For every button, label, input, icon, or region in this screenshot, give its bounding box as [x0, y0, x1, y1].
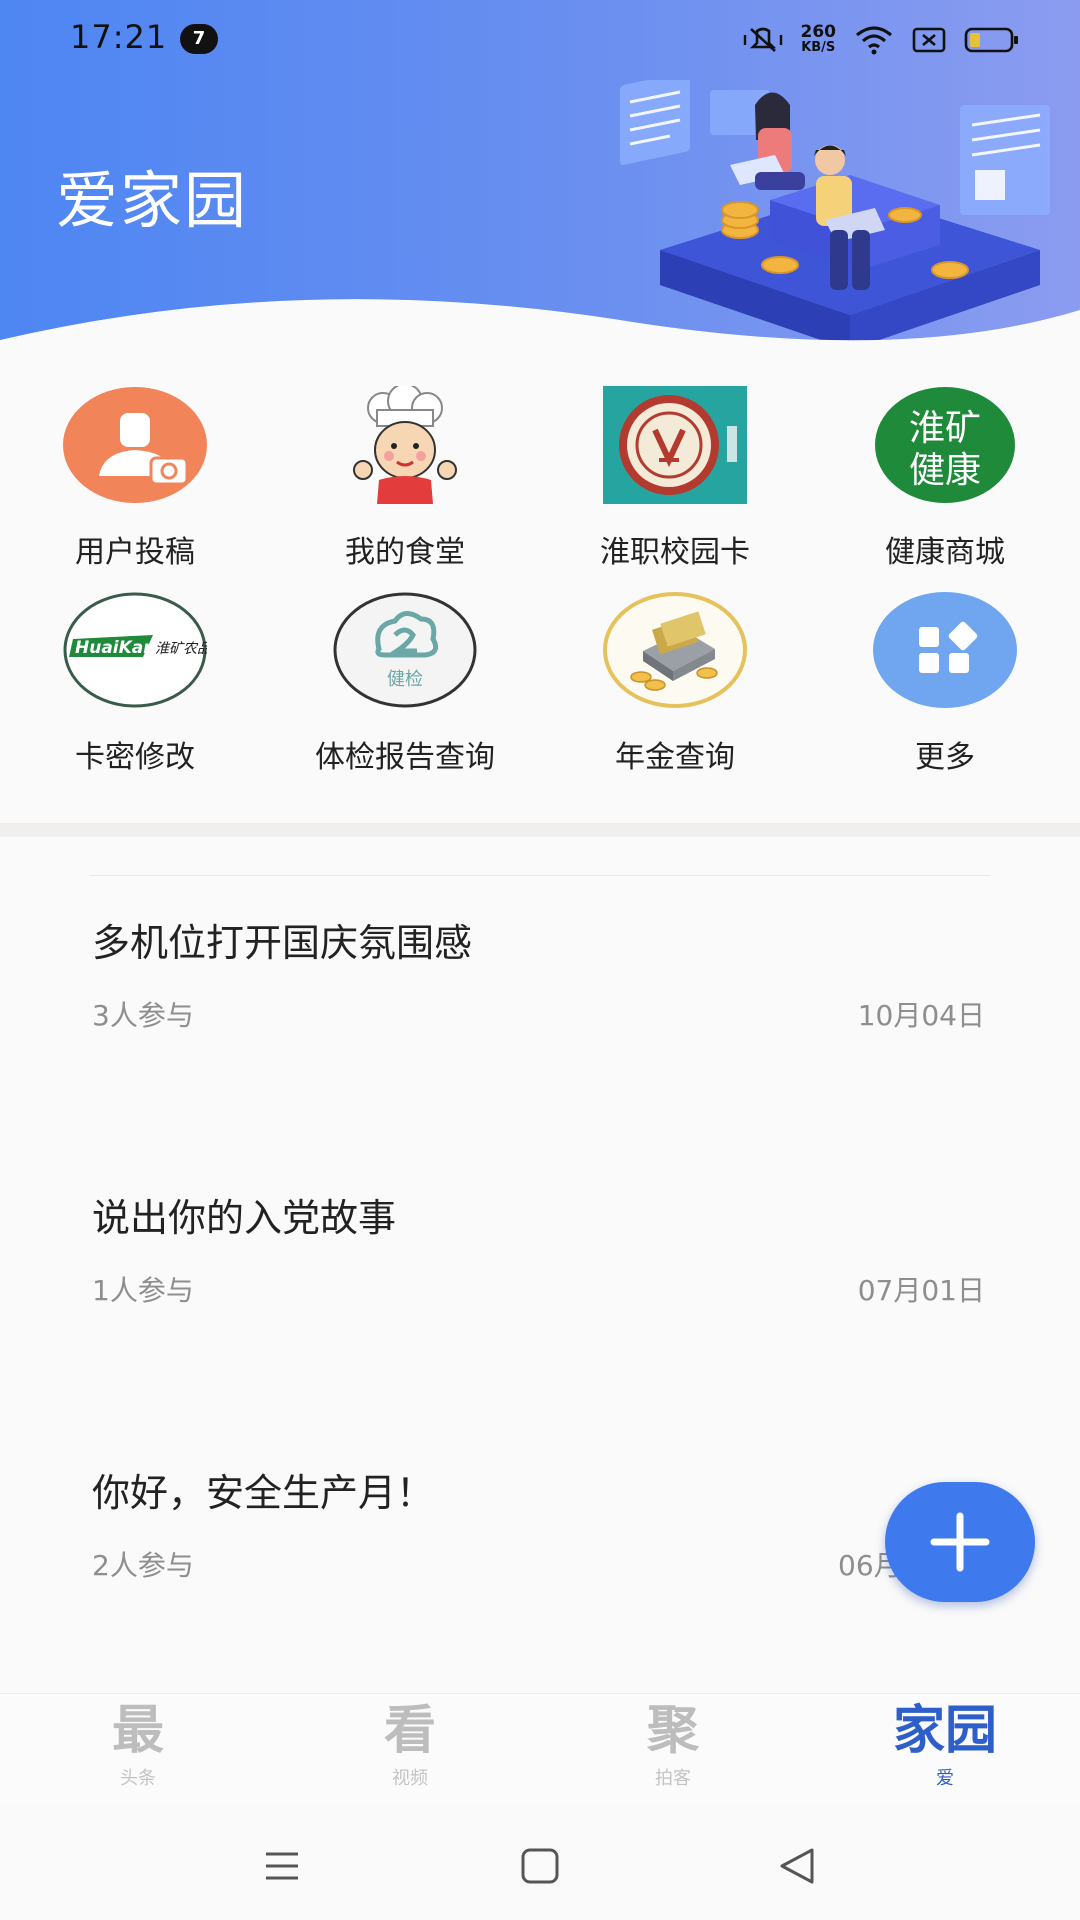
grid-row: HuaiKan 淮矿农品 卡密修改 健检 体检报告查询 年金查询 更多	[0, 590, 1080, 795]
tab-video[interactable]: 看 视频	[310, 1700, 510, 1800]
header-wave	[0, 299, 1080, 370]
grid-item-annuity[interactable]: 年金查询	[540, 590, 810, 795]
home-square-icon[interactable]	[510, 1846, 570, 1886]
user-camera-icon	[63, 385, 207, 505]
notification-badge: 7	[180, 24, 218, 54]
grid-item-label: 更多	[915, 740, 975, 775]
plus-icon	[930, 1512, 990, 1572]
health-mall-logo: 淮矿 健康	[873, 385, 1017, 505]
health-check-icon: 健检	[333, 590, 477, 710]
grid-row: 用户投稿 我的食堂 淮职校园卡 淮矿 健康 健康商城	[0, 385, 1080, 590]
topic-title: 多机位打开国庆氛围感	[92, 921, 473, 965]
topic-participants: 1人参与	[92, 1274, 194, 1307]
system-navigation-bar	[0, 1806, 1080, 1920]
list-item[interactable]: 说出你的入党故事 1人参与 07月01日	[0, 1187, 1080, 1387]
topic-participants: 3人参与	[92, 999, 194, 1032]
wifi-icon	[855, 26, 893, 55]
bottom-tab-bar: 最 头条 看 视频 聚 拍客 家园 爱	[0, 1693, 1080, 1804]
topic-title: 你好，安全生产月！	[92, 1471, 435, 1515]
more-grid-icon	[873, 590, 1017, 710]
net-speed-unit: KB/S	[801, 40, 836, 55]
status-icons: 260 KB/S	[743, 20, 1021, 60]
grid-item-my-canteen[interactable]: 我的食堂	[270, 385, 540, 590]
grid-item-health-report[interactable]: 健检 体检报告查询	[270, 590, 540, 795]
topic-date: 07月01日	[857, 1274, 985, 1307]
tab-main-label: 看	[383, 1700, 436, 1761]
network-speed: 260 KB/S	[801, 24, 837, 56]
list-top-line	[90, 875, 990, 876]
health-mall-text-2: 健康	[909, 450, 981, 491]
campus-card-logo	[603, 385, 747, 505]
chef-icon	[333, 385, 477, 505]
grid-item-user-submission[interactable]: 用户投稿	[0, 385, 270, 590]
grid-item-card-pin-change[interactable]: HuaiKan 淮矿农品 卡密修改	[0, 590, 270, 795]
tab-sub-label: 爱	[936, 1768, 954, 1789]
tab-sub-label: 头条	[120, 1768, 156, 1789]
grid-item-more[interactable]: 更多	[810, 590, 1080, 795]
status-time: 17:21	[70, 18, 168, 56]
tab-main-label: 聚	[646, 1700, 699, 1761]
section-divider	[0, 823, 1080, 837]
grid-item-campus-card[interactable]: 淮职校园卡	[540, 385, 810, 590]
battery-icon	[964, 27, 1018, 53]
tab-headlines[interactable]: 最 头条	[38, 1700, 238, 1800]
grid-item-label: 淮职校园卡	[600, 535, 750, 570]
menu-icon[interactable]	[252, 1846, 312, 1886]
header-banner: 17:21 7 260 KB/S 爱家园	[0, 0, 1080, 370]
tab-sub-label: 视频	[392, 1768, 428, 1789]
tab-paike[interactable]: 聚 拍客	[573, 1700, 773, 1800]
health-check-text: 健检	[387, 669, 423, 690]
huaikuang-agri-logo: HuaiKan 淮矿农品	[63, 590, 207, 710]
tab-main-label: 最	[111, 1700, 164, 1761]
sim-off-icon	[912, 27, 946, 53]
status-bar: 17:21 7 260 KB/S	[0, 0, 1080, 80]
topic-date: 10月04日	[857, 999, 985, 1032]
tab-main-label: 家园	[892, 1700, 997, 1761]
topic-title: 说出你的入党故事	[92, 1196, 397, 1240]
grid-item-health-mall[interactable]: 淮矿 健康 健康商城	[810, 385, 1080, 590]
topic-participants: 2人参与	[92, 1549, 194, 1582]
grid-item-label: 体检报告查询	[315, 740, 495, 775]
add-topic-button[interactable]	[885, 1482, 1035, 1602]
money-icon	[603, 590, 747, 710]
huaikan-brand-text: HuaiKan	[75, 638, 155, 658]
health-mall-text-1: 淮矿	[909, 408, 981, 449]
net-speed-value: 260	[800, 22, 837, 42]
page-title: 爱家园	[56, 164, 249, 237]
huaikan-sub-text: 淮矿农品	[155, 641, 207, 657]
grid-item-label: 用户投稿	[75, 535, 195, 570]
grid-item-label: 健康商城	[885, 535, 1005, 570]
back-triangle-icon[interactable]	[768, 1846, 828, 1886]
tab-sub-label: 拍客	[655, 1768, 691, 1789]
grid-item-label: 我的食堂	[345, 535, 465, 570]
tab-home-garden[interactable]: 家园 爱	[845, 1700, 1045, 1800]
grid-item-label: 卡密修改	[75, 740, 195, 775]
mute-vibrate-icon	[743, 27, 782, 52]
function-grid: 用户投稿 我的食堂 淮职校园卡 淮矿 健康 健康商城 HuaiKan 淮矿农品 …	[0, 385, 1080, 795]
list-item[interactable]: 多机位打开国庆氛围感 3人参与 10月04日	[0, 912, 1080, 1112]
grid-item-label: 年金查询	[615, 740, 735, 775]
